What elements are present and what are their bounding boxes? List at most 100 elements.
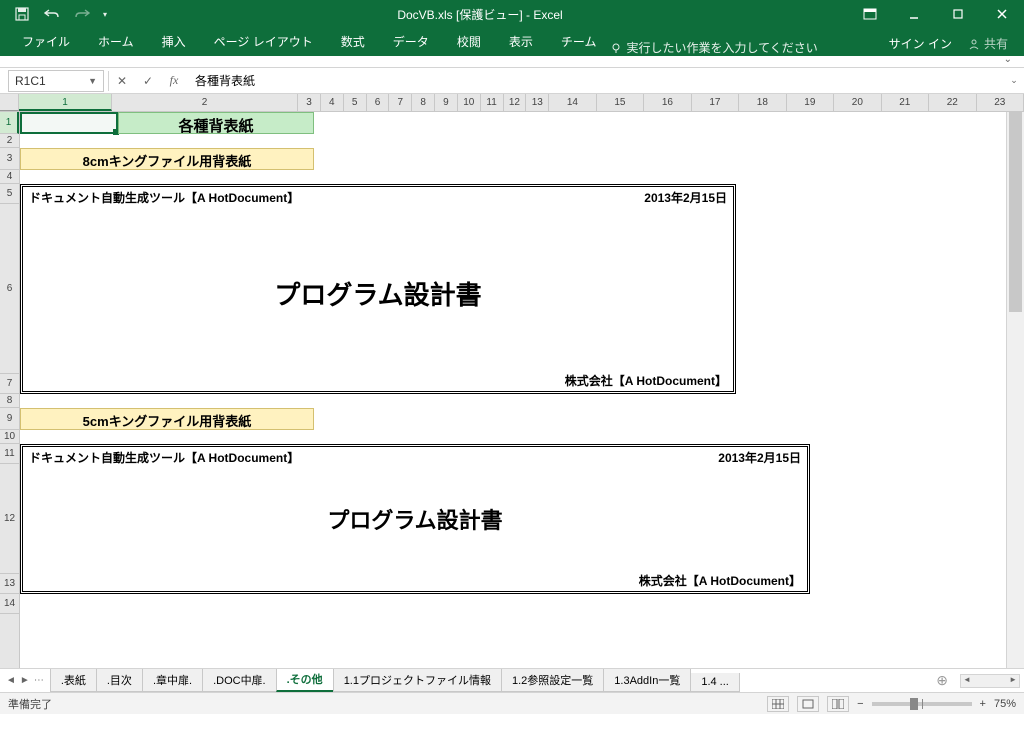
col-header[interactable]: 21 [882, 94, 929, 111]
share-button[interactable]: 共有 [960, 31, 1016, 56]
col-header[interactable]: 7 [389, 94, 412, 111]
doc2-date: 2013年2月15日 [718, 449, 801, 466]
col-header[interactable]: 11 [481, 94, 504, 111]
tab-file[interactable]: ファイル [8, 27, 84, 56]
col-header[interactable]: 6 [367, 94, 390, 111]
close-button[interactable] [980, 0, 1024, 28]
sheet-tab[interactable]: 1.4 ... [690, 673, 740, 692]
sheet-tab[interactable]: 1.2参照設定一覧 [501, 669, 604, 692]
sheet-tab[interactable]: .DOC中扉. [202, 669, 277, 692]
tellme-search[interactable]: 実行したい作業を入力してください [610, 39, 817, 56]
minimize-button[interactable] [892, 0, 936, 28]
row-header[interactable]: 10 [0, 430, 19, 444]
row-header[interactable]: 13 [0, 574, 19, 594]
redo-button[interactable] [68, 2, 96, 26]
zoom-level[interactable]: 75% [994, 698, 1016, 710]
col-header[interactable]: 12 [504, 94, 527, 111]
col-header[interactable]: 13 [526, 94, 549, 111]
tab-formulas[interactable]: 数式 [327, 27, 379, 56]
sheet-nav-prev[interactable]: ◄ [6, 675, 16, 686]
zoom-out-button[interactable]: − [857, 698, 863, 710]
cell-grid[interactable]: 各種背表紙 8cmキングファイル用背表紙 ドキュメント自動生成ツール【A Hot… [20, 112, 1006, 668]
quick-access-toolbar: ▾ [0, 2, 112, 26]
cell-title: 各種背表紙 [118, 112, 314, 134]
view-pagebreak-button[interactable] [827, 696, 849, 712]
status-text: 準備完了 [8, 696, 52, 712]
tab-data[interactable]: データ [379, 27, 443, 56]
col-header[interactable]: 1 [19, 94, 112, 111]
col-header[interactable]: 14 [549, 94, 596, 111]
col-header[interactable]: 5 [344, 94, 367, 111]
sheet-tab[interactable]: 1.1プロジェクトファイル情報 [333, 669, 502, 692]
col-header[interactable]: 23 [977, 94, 1024, 111]
col-header[interactable]: 10 [458, 94, 481, 111]
tab-team[interactable]: チーム [547, 27, 611, 56]
save-button[interactable] [8, 2, 36, 26]
tab-home[interactable]: ホーム [84, 27, 148, 56]
formula-input[interactable] [187, 70, 1004, 92]
tab-view[interactable]: 表示 [495, 27, 547, 56]
col-header[interactable]: 8 [412, 94, 435, 111]
col-header[interactable]: 22 [929, 94, 976, 111]
row-header[interactable]: 1 [0, 112, 19, 134]
fx-icon[interactable]: fx [161, 70, 187, 92]
row-header[interactable]: 7 [0, 374, 19, 394]
chevron-down-icon: ▼ [88, 76, 97, 86]
row-header[interactable]: 11 [0, 444, 19, 464]
row-header[interactable]: 6 [0, 204, 19, 374]
sheet-tab[interactable]: .表紙 [50, 669, 97, 692]
sheet-tab[interactable]: .章中扉. [142, 669, 203, 692]
enter-icon[interactable]: ✓ [135, 70, 161, 92]
cell-sub1: 8cmキングファイル用背表紙 [20, 148, 314, 170]
maximize-button[interactable] [936, 0, 980, 28]
sheet-tab[interactable]: .目次 [96, 669, 143, 692]
col-header[interactable]: 3 [298, 94, 321, 111]
row-header[interactable]: 2 [0, 134, 19, 148]
col-header[interactable]: 15 [597, 94, 644, 111]
ribbon-options-button[interactable] [848, 0, 892, 28]
undo-button[interactable] [38, 2, 66, 26]
sheet-tab-active[interactable]: .その他 [276, 669, 334, 692]
cell-sub2: 5cmキングファイル用背表紙 [20, 408, 314, 430]
col-header[interactable]: 4 [321, 94, 344, 111]
col-header[interactable]: 16 [644, 94, 691, 111]
add-sheet-button[interactable]: ⊕ [928, 672, 956, 689]
vertical-scrollbar[interactable] [1006, 112, 1024, 668]
horizontal-scrollbar[interactable] [960, 674, 1020, 688]
select-all-corner[interactable] [0, 94, 19, 111]
row-header[interactable]: 9 [0, 408, 19, 430]
col-header[interactable]: 20 [834, 94, 881, 111]
ribbon-tabs: ファイル ホーム 挿入 ページ レイアウト 数式 データ 校閲 表示 チーム 実… [0, 28, 1024, 56]
row-header[interactable]: 12 [0, 464, 19, 574]
col-header[interactable]: 18 [739, 94, 786, 111]
expand-formula-icon[interactable]: ⌄ [1004, 75, 1024, 86]
qat-dropdown[interactable]: ▾ [98, 2, 112, 26]
tab-review[interactable]: 校閲 [443, 27, 495, 56]
row-header[interactable]: 4 [0, 170, 19, 184]
row-header[interactable]: 5 [0, 184, 19, 204]
tab-insert[interactable]: 挿入 [148, 27, 200, 56]
tab-pagelayout[interactable]: ページ レイアウト [200, 27, 327, 56]
cancel-icon[interactable]: ✕ [109, 70, 135, 92]
col-header[interactable]: 19 [787, 94, 834, 111]
row-header[interactable]: 8 [0, 394, 19, 408]
view-pagelayout-button[interactable] [797, 696, 819, 712]
view-normal-button[interactable] [767, 696, 789, 712]
zoom-in-button[interactable]: + [980, 698, 986, 710]
expand-ribbon-icon[interactable]: ⌄ [1004, 54, 1012, 65]
selected-cell[interactable] [20, 112, 118, 134]
name-box[interactable]: R1C1 ▼ [8, 70, 104, 92]
col-header[interactable]: 2 [112, 94, 298, 111]
row-header[interactable]: 3 [0, 148, 19, 170]
sheet-nav: ◄ ► ⋯ [0, 675, 50, 686]
signin-link[interactable]: サイン イン [889, 35, 952, 52]
sheet-tab[interactable]: 1.3AddIn一覧 [603, 669, 691, 692]
col-header[interactable]: 9 [435, 94, 458, 111]
sheet-nav-next[interactable]: ► [20, 675, 30, 686]
zoom-slider[interactable] [872, 702, 972, 706]
row-header[interactable]: 14 [0, 594, 19, 614]
person-icon [968, 38, 980, 50]
scroll-thumb[interactable] [1009, 112, 1022, 312]
col-header[interactable]: 17 [692, 94, 739, 111]
sheet-nav-more[interactable]: ⋯ [34, 675, 44, 686]
